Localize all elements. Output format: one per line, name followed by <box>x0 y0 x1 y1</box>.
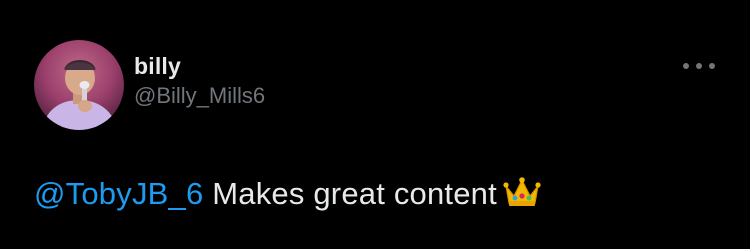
avatar-image <box>34 40 124 130</box>
author-info: billy @Billy_Mills6 <box>134 52 265 110</box>
more-dot <box>696 63 702 69</box>
tweet-body: Makes great content <box>203 176 497 211</box>
more-horizontal-icon <box>683 63 689 69</box>
more-dot <box>709 63 715 69</box>
author-handle[interactable]: @Billy_Mills6 <box>134 82 265 110</box>
tweet-card: billy @Billy_Mills6 @TobyJB_6 Makes grea… <box>0 0 750 249</box>
avatar[interactable] <box>34 40 124 130</box>
crown-emoji-icon <box>503 176 541 218</box>
more-options-button[interactable] <box>683 58 715 74</box>
author-display-name[interactable]: billy <box>134 52 265 80</box>
mention-link[interactable]: @TobyJB_6 <box>34 176 203 211</box>
tweet-text: @TobyJB_6 Makes great content <box>34 174 541 218</box>
